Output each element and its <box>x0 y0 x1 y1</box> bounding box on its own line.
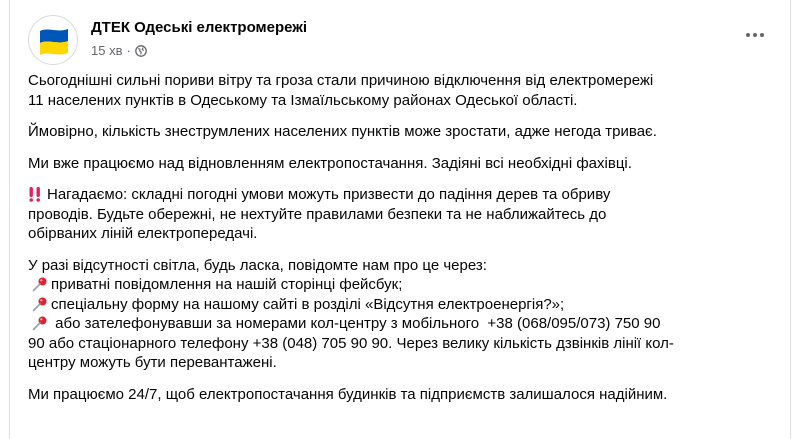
pushpin-icon <box>32 276 48 292</box>
paragraph-closing: Ми працюємо 24/7, щоб електропостачання … <box>28 385 668 403</box>
double-exclamation-icon <box>28 186 42 202</box>
list-item: спеціальну форму на нашому сайті в розді… <box>28 295 778 315</box>
post-header: ДТЕК Одеські електромережі 15 хв · <box>28 15 773 65</box>
pushpin-icon <box>32 315 48 331</box>
pushpin-icon <box>32 296 48 312</box>
globe-icon[interactable] <box>134 44 147 57</box>
paragraph-forecast: Ймовірно, кількість знеструмлених населе… <box>28 123 657 140</box>
post-timestamp[interactable]: 15 хв <box>91 43 122 58</box>
ukraine-flag-icon <box>40 29 68 55</box>
page-avatar[interactable] <box>28 15 78 65</box>
list-item: або зателефонувавши за номерами кол-цент… <box>28 314 778 334</box>
meta-separator: · <box>126 43 131 58</box>
paragraph-warning: Нагадаємо: складні погодні умови можуть … <box>28 186 611 242</box>
page-name-link[interactable]: ДТЕК Одеські електромережі <box>91 19 307 36</box>
list-item: приватні повідомлення на нашій сторінці … <box>28 275 778 295</box>
paragraph-contacts: У разі відсутності світла, будь ласка, п… <box>28 256 778 373</box>
more-dots-icon <box>746 33 764 37</box>
post-card: ДТЕК Одеські електромережі 15 хв · Сього… <box>9 0 791 439</box>
post-meta: 15 хв · <box>91 43 147 58</box>
paragraph-outage: Сьогоднішні сильні пориви вітру та гроза… <box>28 72 654 109</box>
paragraph-restoration: Ми вже працюємо над відновленням електро… <box>28 154 632 172</box>
more-options-button[interactable] <box>737 17 773 53</box>
post-message: Сьогоднішні сильні пориви вітру та гроза… <box>28 71 778 416</box>
